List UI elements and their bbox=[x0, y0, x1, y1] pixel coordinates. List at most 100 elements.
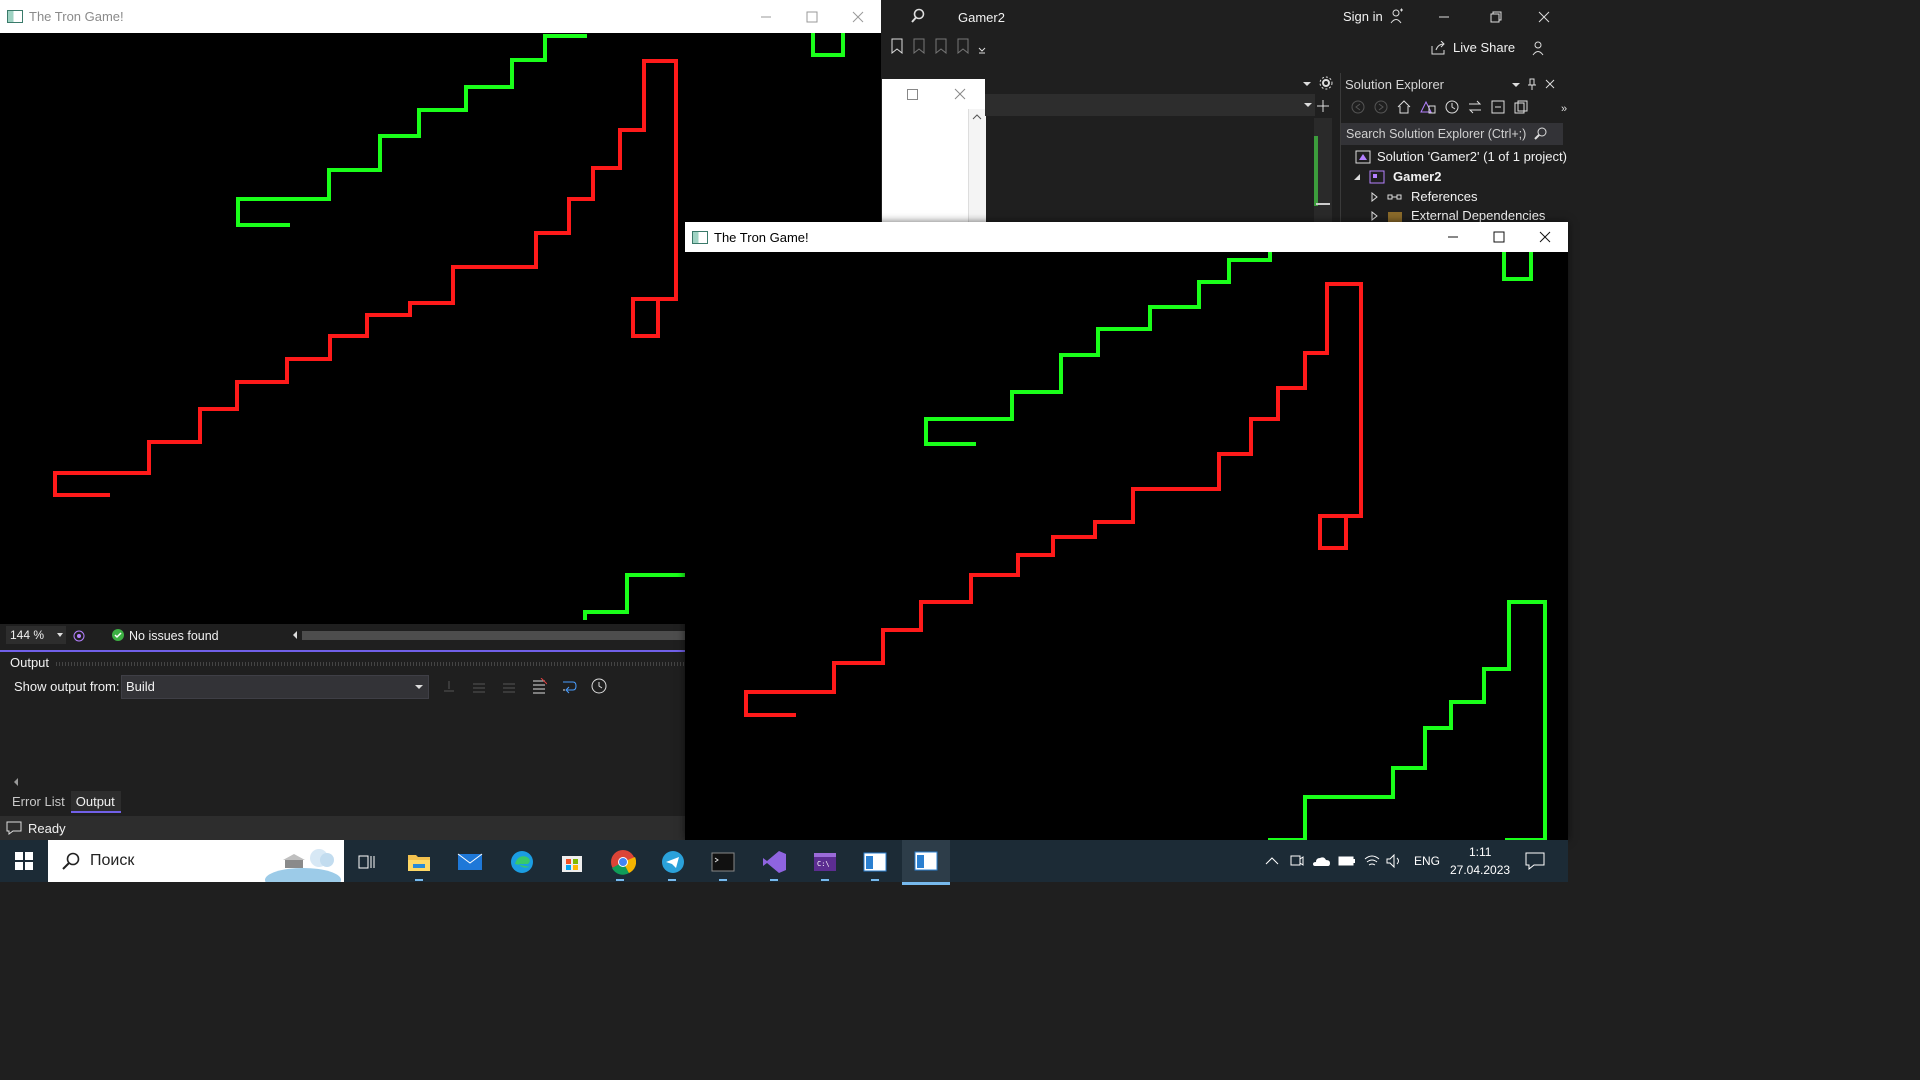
toolbar-overflow-icon[interactable] bbox=[978, 38, 986, 54]
timestamp-icon[interactable] bbox=[591, 678, 607, 694]
next-bookmark-icon[interactable] bbox=[934, 38, 948, 54]
scroll-left-icon[interactable] bbox=[12, 777, 20, 787]
tree-solution-node[interactable]: Solution 'Gamer2' (1 of 1 project) bbox=[1355, 149, 1567, 164]
chevron-down-icon[interactable] bbox=[1511, 80, 1521, 90]
previous-message-icon[interactable] bbox=[471, 678, 487, 694]
notification-icon[interactable] bbox=[6, 821, 22, 835]
horizontal-scrollbar[interactable] bbox=[302, 631, 685, 640]
close-icon[interactable] bbox=[950, 86, 970, 102]
feedback-icon[interactable] bbox=[1529, 38, 1549, 58]
minimize-icon[interactable] bbox=[1432, 6, 1456, 28]
start-button[interactable] bbox=[0, 840, 48, 882]
search-icon[interactable] bbox=[906, 5, 930, 27]
clock-date[interactable]: 27.04.2023 bbox=[1450, 863, 1510, 877]
maximize-button[interactable] bbox=[789, 0, 835, 33]
debug-console-icon[interactable]: C:\ bbox=[808, 847, 842, 877]
clear-all-icon[interactable] bbox=[531, 678, 547, 694]
intellicode-icon[interactable] bbox=[72, 629, 86, 643]
home-icon[interactable] bbox=[1397, 100, 1411, 114]
close-icon[interactable] bbox=[1532, 6, 1556, 28]
scroll-up-icon[interactable] bbox=[969, 111, 985, 123]
external-deps-label: External Dependencies bbox=[1411, 208, 1546, 223]
wifi-icon[interactable] bbox=[1364, 854, 1380, 868]
back-icon[interactable] bbox=[1351, 100, 1365, 114]
zoom-dropdown[interactable]: 144 % bbox=[6, 626, 66, 644]
find-message-icon[interactable] bbox=[441, 678, 457, 694]
edge-icon[interactable] bbox=[505, 847, 539, 877]
overflow-chevron-icon[interactable]: » bbox=[1561, 103, 1567, 115]
mail-icon[interactable] bbox=[453, 847, 487, 877]
title-bar[interactable]: The Tron Game! bbox=[685, 222, 1568, 252]
task-view-icon[interactable] bbox=[350, 847, 384, 877]
chrome-icon[interactable] bbox=[606, 847, 640, 877]
zoom-value: 144 % bbox=[10, 628, 45, 642]
close-button[interactable] bbox=[1522, 222, 1568, 252]
tab-output[interactable]: Output bbox=[70, 791, 121, 813]
tree-external-deps-node[interactable]: External Dependencies bbox=[1371, 208, 1545, 223]
collapsed-arrow-icon[interactable] bbox=[1371, 191, 1379, 202]
pin-icon[interactable] bbox=[1527, 78, 1537, 90]
switch-views-icon[interactable] bbox=[1420, 100, 1436, 114]
clear-bookmarks-icon[interactable] bbox=[956, 38, 970, 54]
sync-icon[interactable] bbox=[1468, 100, 1482, 114]
collapse-all-icon[interactable] bbox=[1491, 100, 1505, 114]
split-editor-icon[interactable] bbox=[1316, 99, 1330, 113]
telegram-icon[interactable] bbox=[656, 847, 690, 877]
maximize-icon[interactable] bbox=[902, 86, 922, 102]
gear-icon[interactable] bbox=[1319, 76, 1333, 90]
sign-in-link[interactable]: Sign in bbox=[1343, 9, 1383, 24]
collapsed-arrow-icon[interactable] bbox=[1371, 210, 1379, 221]
volume-icon[interactable] bbox=[1386, 854, 1402, 868]
tab-error-list[interactable]: Error List bbox=[0, 791, 71, 813]
clock-time[interactable]: 1:11 bbox=[1469, 845, 1491, 859]
search-icon[interactable] bbox=[1533, 127, 1549, 141]
tron-window-icon[interactable] bbox=[858, 847, 892, 877]
references-icon bbox=[1387, 194, 1402, 199]
file-explorer-icon[interactable] bbox=[402, 847, 436, 877]
show-all-files-icon[interactable] bbox=[1514, 100, 1528, 114]
taskbar-search[interactable]: Поиск bbox=[48, 840, 344, 892]
restore-icon[interactable] bbox=[1484, 6, 1508, 28]
chevron-down-icon[interactable] bbox=[1302, 79, 1312, 89]
tree-references-node[interactable]: References bbox=[1371, 189, 1477, 204]
prev-bookmark-icon[interactable] bbox=[912, 38, 926, 54]
pending-changes-icon[interactable] bbox=[1445, 100, 1459, 114]
meet-now-icon[interactable] bbox=[1290, 854, 1304, 868]
minimize-button[interactable] bbox=[1430, 222, 1476, 252]
solution-explorer-search[interactable]: Search Solution Explorer (Ctrl+;) bbox=[1341, 123, 1563, 145]
tron-window-icon-active[interactable] bbox=[902, 840, 950, 885]
bookmark-icon[interactable] bbox=[890, 38, 904, 54]
scroll-thumb[interactable] bbox=[1316, 203, 1330, 205]
close-button[interactable] bbox=[835, 0, 881, 33]
onedrive-icon[interactable] bbox=[1312, 855, 1330, 867]
panel-grip[interactable] bbox=[56, 662, 684, 666]
maximize-button[interactable] bbox=[1476, 222, 1522, 252]
expanded-arrow-icon[interactable] bbox=[1353, 173, 1361, 181]
notifications-icon[interactable] bbox=[1525, 852, 1545, 870]
output-source-select[interactable]: Build bbox=[121, 675, 429, 699]
tree-project-node[interactable]: Gamer2 bbox=[1353, 169, 1441, 184]
output-text-area[interactable] bbox=[8, 702, 684, 788]
account-icon[interactable] bbox=[1388, 7, 1406, 25]
close-icon[interactable] bbox=[1545, 79, 1555, 89]
scrollbar[interactable] bbox=[968, 109, 986, 222]
title-bar[interactable]: The Tron Game! bbox=[0, 0, 881, 33]
scroll-left-icon[interactable] bbox=[291, 630, 299, 640]
language-indicator[interactable]: ENG bbox=[1414, 854, 1440, 868]
terminal-icon[interactable] bbox=[706, 847, 740, 877]
player1-trail bbox=[744, 282, 1363, 717]
live-share-button[interactable]: Live Share bbox=[1431, 40, 1515, 55]
editor-scrollbar[interactable] bbox=[1314, 118, 1332, 222]
issues-status[interactable]: No issues found bbox=[129, 629, 219, 643]
visual-studio-icon[interactable] bbox=[757, 847, 791, 877]
battery-icon[interactable] bbox=[1338, 855, 1356, 867]
chevron-up-icon[interactable] bbox=[1265, 856, 1279, 866]
store-icon[interactable] bbox=[555, 847, 589, 877]
forward-icon[interactable] bbox=[1374, 100, 1388, 114]
minimize-button[interactable] bbox=[743, 0, 789, 33]
chevron-down-icon bbox=[415, 685, 423, 689]
word-wrap-icon[interactable] bbox=[561, 678, 577, 694]
next-message-icon[interactable] bbox=[501, 678, 517, 694]
taskbar: Поиск C:\ ENG 1:11 27.04.2023 bbox=[0, 840, 1568, 892]
navigation-bar-dropdown[interactable] bbox=[985, 94, 1315, 116]
